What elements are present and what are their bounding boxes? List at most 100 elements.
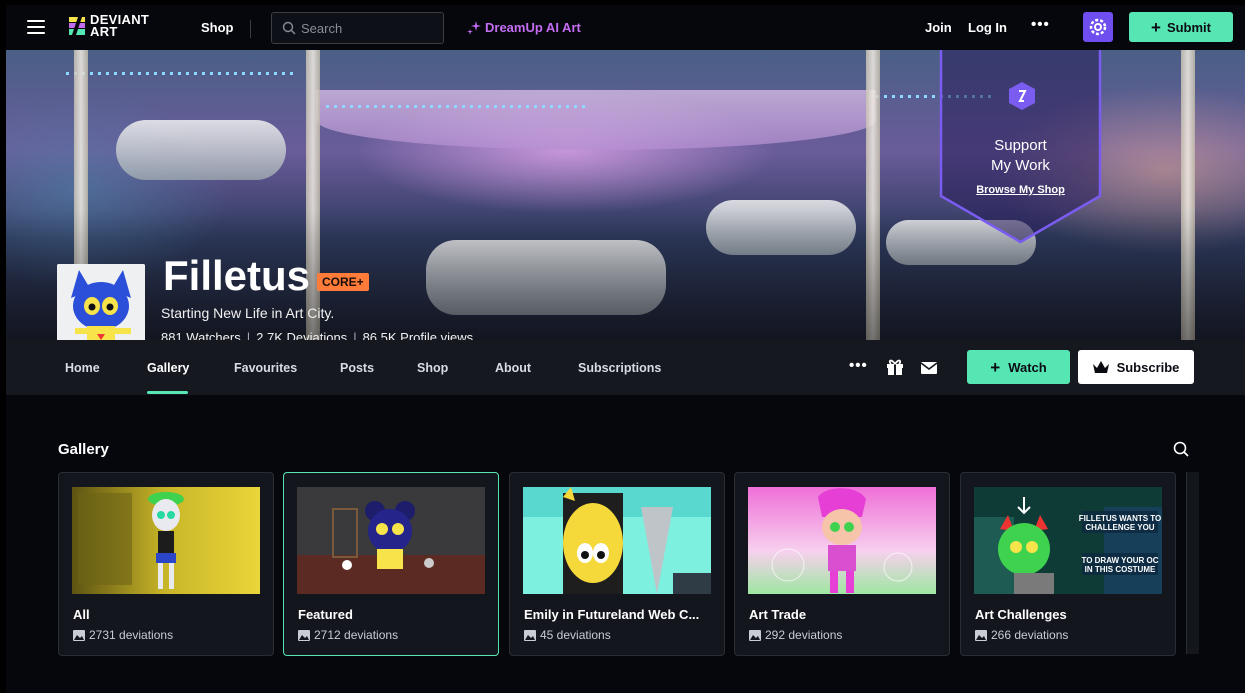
- profile-banner: Support My Work Browse My Shop Filletus …: [6, 50, 1245, 340]
- subscribe-label: Subscribe: [1116, 359, 1180, 375]
- divider: [250, 20, 251, 38]
- card-count: 2712 deviations: [298, 628, 398, 642]
- tab-posts[interactable]: Posts: [340, 361, 374, 375]
- sparkle-icon: [467, 20, 481, 35]
- core-badge-icon: [1009, 82, 1035, 110]
- watch-button[interactable]: + Watch: [967, 350, 1070, 384]
- image-icon: [749, 629, 761, 641]
- card-count: 292 deviations: [749, 628, 842, 642]
- card-count-label: 2712 deviations: [314, 628, 399, 642]
- thumbnail-image: [748, 487, 936, 594]
- card-title: Art Trade: [749, 607, 807, 622]
- svg-text:FILLETUS WANTS TO: FILLETUS WANTS TO: [1079, 514, 1162, 523]
- subscribe-button[interactable]: Subscribe: [1078, 350, 1194, 384]
- tab-subscriptions[interactable]: Subscriptions: [578, 361, 661, 375]
- gallery-thumbnail: [748, 487, 936, 594]
- card-title: Emily in Futureland Web C...: [524, 607, 700, 622]
- more-menu-button[interactable]: •••: [1031, 16, 1050, 33]
- gallery-thumbnail: [297, 487, 485, 594]
- active-tab-indicator: [147, 391, 188, 394]
- submit-button[interactable]: + Submit: [1129, 12, 1233, 42]
- logo-text-line2: ART: [90, 24, 118, 39]
- support-text: Support My Work: [939, 136, 1102, 176]
- top-bar: DEVIANT ART Shop Search DreamUp AI Art J…: [6, 5, 1245, 50]
- stats-separator: |: [246, 330, 251, 340]
- deviations-count[interactable]: 2.7K Deviations: [256, 330, 347, 340]
- thumbnail-image: [297, 487, 485, 594]
- tab-shop[interactable]: Shop: [417, 361, 448, 375]
- svg-text:CHALLENGE YOU: CHALLENGE YOU: [1085, 523, 1154, 532]
- watch-label: Watch: [1008, 359, 1047, 375]
- submit-label: Submit: [1166, 19, 1211, 35]
- card-count-label: 292 deviations: [765, 628, 843, 642]
- gear-icon: [1089, 18, 1107, 36]
- card-count: 45 deviations: [524, 628, 611, 642]
- image-icon: [524, 629, 536, 641]
- image-icon: [73, 629, 85, 641]
- svg-text:IN THIS COSTUME: IN THIS COSTUME: [1085, 565, 1156, 574]
- deviantart-logo-icon: [69, 17, 85, 35]
- watchers-count[interactable]: 881 Watchers: [161, 330, 241, 340]
- support-line2: My Work: [991, 157, 1050, 174]
- profile-name: Filletus: [163, 252, 311, 299]
- plus-icon: +: [1151, 17, 1161, 37]
- search-placeholder: Search: [301, 20, 343, 36]
- avatar-image: [57, 264, 145, 340]
- tab-home[interactable]: Home: [65, 361, 100, 375]
- svg-text:TO DRAW YOUR OC: TO DRAW YOUR OC: [1081, 556, 1158, 565]
- thumbnail-image: [523, 487, 711, 594]
- gift-icon[interactable]: [886, 358, 904, 376]
- gallery-card-all[interactable]: All 2731 deviations: [58, 472, 274, 656]
- profile-nav: Home Gallery Favourites Posts Shop About…: [6, 340, 1245, 395]
- profile-tagline: Starting New Life in Art City.: [161, 305, 335, 321]
- join-link[interactable]: Join: [925, 20, 952, 35]
- tab-gallery[interactable]: Gallery: [147, 361, 189, 375]
- logo-wordmark: DEVIANT ART: [90, 13, 149, 39]
- card-count-label: 45 deviations: [540, 628, 611, 642]
- gallery-thumbnail: [72, 487, 260, 594]
- menu-icon[interactable]: [27, 20, 45, 34]
- support-line1: Support: [994, 137, 1047, 154]
- card-count: 2731 deviations: [73, 628, 173, 642]
- gallery-card-art-challenges[interactable]: FILLETUS WANTS TO CHALLENGE YOU TO DRAW …: [960, 472, 1176, 656]
- dreamup-link[interactable]: DreamUp AI Art: [467, 20, 581, 35]
- avatar[interactable]: [57, 264, 145, 340]
- browse-shop-link[interactable]: Browse My Shop: [939, 184, 1102, 196]
- gallery-search-icon[interactable]: [1173, 441, 1189, 457]
- mail-icon[interactable]: [921, 362, 937, 374]
- gallery-thumbnail: [523, 487, 711, 594]
- profile-more-button[interactable]: •••: [849, 357, 868, 374]
- profile-views-count: 86.5K Profile views: [362, 330, 474, 340]
- card-title: All: [73, 607, 90, 622]
- profile-stats: 881 Watchers | 2.7K Deviations | 86.5K Profi…: [161, 330, 473, 340]
- card-title: Art Challenges: [975, 607, 1067, 622]
- card-count-label: 2731 deviations: [89, 628, 174, 642]
- page: DEVIANT ART Shop Search DreamUp AI Art J…: [6, 5, 1245, 693]
- image-icon: [975, 629, 987, 641]
- search-icon: [282, 21, 296, 35]
- card-count-label: 266 deviations: [991, 628, 1069, 642]
- gallery-card-featured[interactable]: Featured 2712 deviations: [283, 472, 499, 656]
- core-badge[interactable]: CORE+: [317, 273, 369, 291]
- crown-icon: [1092, 361, 1109, 373]
- search-input[interactable]: Search: [271, 12, 444, 44]
- gallery-card-art-trade[interactable]: Art Trade 292 deviations: [734, 472, 950, 656]
- gallery-title: Gallery: [58, 441, 109, 458]
- tab-favourites[interactable]: Favourites: [234, 361, 297, 375]
- gallery-card-partial[interactable]: [1186, 472, 1199, 654]
- shop-link[interactable]: Shop: [201, 20, 234, 35]
- deviantart-logo[interactable]: DEVIANT ART: [69, 13, 149, 39]
- image-icon: [298, 629, 310, 641]
- thumbnail-image: [72, 487, 260, 594]
- dreamup-label: DreamUp AI Art: [485, 20, 581, 35]
- stats-separator: |: [353, 330, 357, 340]
- plus-icon: +: [990, 357, 1001, 377]
- login-link[interactable]: Log In: [968, 20, 1007, 35]
- card-count: 266 deviations: [975, 628, 1068, 642]
- settings-button[interactable]: [1083, 12, 1113, 42]
- gallery-card-emily-in-futureland[interactable]: Emily in Futureland Web C... 45 deviatio…: [509, 472, 725, 656]
- gallery-thumbnail: FILLETUS WANTS TO CHALLENGE YOU TO DRAW …: [974, 487, 1162, 594]
- thumbnail-image: FILLETUS WANTS TO CHALLENGE YOU TO DRAW …: [974, 487, 1162, 594]
- card-title: Featured: [298, 607, 353, 622]
- tab-about[interactable]: About: [495, 361, 531, 375]
